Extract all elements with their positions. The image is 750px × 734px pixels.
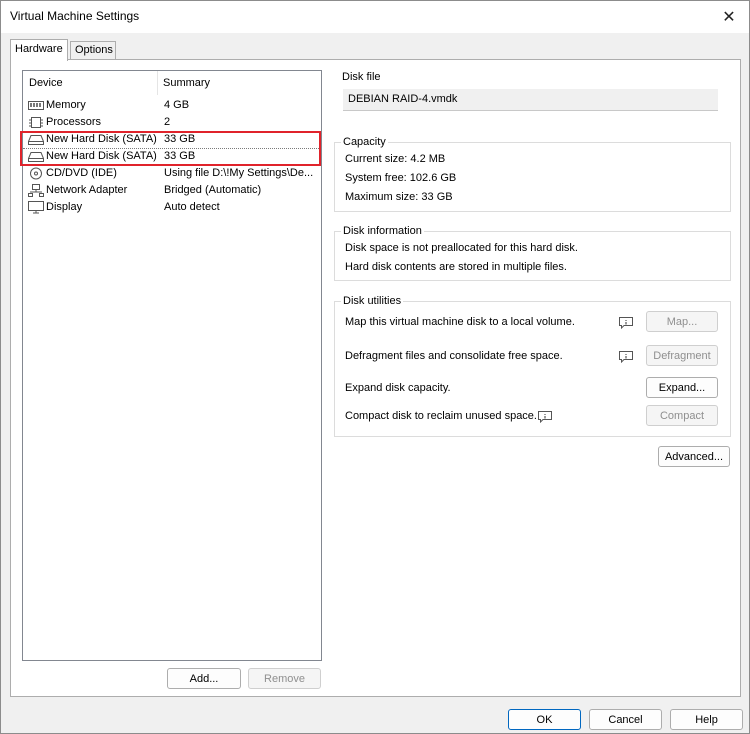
disk-file-group: Disk file DEBIAN RAID-4.vmdk — [334, 71, 731, 116]
help-button[interactable]: Help — [670, 709, 743, 730]
current-size-text: Current size: 4.2 MB — [345, 153, 446, 165]
processor-icon — [28, 116, 44, 129]
window-title: Virtual Machine Settings — [10, 9, 140, 23]
disk-info-line-2: Hard disk contents are stored in multipl… — [345, 261, 567, 273]
device-summary: 4 GB — [164, 99, 190, 111]
map-text: Map this virtual machine disk to a local… — [345, 316, 575, 328]
system-free-text: System free: 102.6 GB — [345, 172, 457, 184]
title-bar: Virtual Machine Settings ✕ — [1, 1, 749, 33]
device-list[interactable]: Device Summary Memory 4 GB Processors 2 — [20, 70, 322, 661]
disk-information-group: Disk information Disk space is not preal… — [334, 225, 731, 281]
group-title-disk-utilities: Disk utilities — [341, 295, 404, 307]
expand-text: Expand disk capacity. — [345, 382, 451, 394]
list-header: Device Summary — [23, 71, 321, 95]
add-button[interactable]: Add... — [167, 668, 241, 689]
remove-button[interactable]: Remove — [248, 668, 321, 689]
device-summary: 2 — [164, 116, 171, 128]
tab-hardware[interactable]: Hardware — [10, 39, 68, 61]
device-row-cd-dvd[interactable]: CD/DVD (IDE) Using file D:\!My Settings\… — [25, 165, 321, 182]
disk-utilities-group: Disk utilities Map this virtual machine … — [334, 295, 731, 437]
column-header-device[interactable]: Device — [29, 77, 63, 89]
device-summary: Using file D:\!My Settings\De... — [164, 167, 314, 179]
close-icon: ✕ — [722, 9, 736, 26]
map-button[interactable]: Map... — [646, 311, 718, 332]
maximum-size-text: Maximum size: 33 GB — [345, 191, 453, 203]
disk-file-field: DEBIAN RAID-4.vmdk — [343, 89, 718, 111]
vm-settings-window: Virtual Machine Settings ✕ Hardware Opti… — [0, 0, 750, 734]
hardware-panel: Device Summary Memory 4 GB Processors 2 — [10, 59, 741, 697]
advanced-button[interactable]: Advanced... — [658, 446, 730, 467]
cd-dvd-icon — [28, 167, 44, 180]
device-row-memory[interactable]: Memory 4 GB — [25, 97, 321, 114]
cancel-button[interactable]: Cancel — [589, 709, 662, 730]
tab-options[interactable]: Options — [70, 41, 116, 60]
expand-button[interactable]: Expand... — [646, 377, 718, 398]
compact-button[interactable]: Compact — [646, 405, 718, 426]
column-header-summary[interactable]: Summary — [163, 77, 210, 89]
defragment-text: Defragment files and consolidate free sp… — [345, 350, 563, 362]
hard-disk-highlight — [20, 131, 321, 166]
info-icon[interactable] — [619, 351, 633, 364]
capacity-group: Capacity Current size: 4.2 MB System fre… — [334, 136, 731, 212]
device-summary: Bridged (Automatic) — [164, 184, 262, 196]
device-name: Memory — [46, 99, 86, 111]
display-icon — [28, 201, 44, 214]
ok-button[interactable]: OK — [508, 709, 581, 730]
device-name: Display — [46, 201, 83, 213]
group-title-capacity: Capacity — [341, 136, 388, 148]
memory-icon — [28, 99, 44, 112]
defragment-button[interactable]: Defragment — [646, 345, 718, 366]
group-title-disk-file: Disk file — [340, 71, 383, 83]
group-title-disk-information: Disk information — [341, 225, 424, 237]
info-icon[interactable] — [619, 317, 633, 330]
compact-text: Compact disk to reclaim unused space. — [345, 410, 537, 422]
device-summary: Auto detect — [164, 201, 220, 213]
close-button[interactable]: ✕ — [715, 5, 743, 29]
network-adapter-icon — [28, 184, 44, 197]
device-name: Network Adapter — [46, 184, 128, 196]
device-row-display[interactable]: Display Auto detect — [25, 199, 321, 216]
device-row-network-adapter[interactable]: Network Adapter Bridged (Automatic) — [25, 182, 321, 199]
info-icon[interactable] — [538, 411, 552, 424]
device-row-processors[interactable]: Processors 2 — [25, 114, 321, 131]
column-divider[interactable] — [157, 71, 158, 95]
device-name: Processors — [46, 116, 102, 128]
disk-info-line-1: Disk space is not preallocated for this … — [345, 242, 578, 254]
device-name: CD/DVD (IDE) — [46, 167, 117, 179]
